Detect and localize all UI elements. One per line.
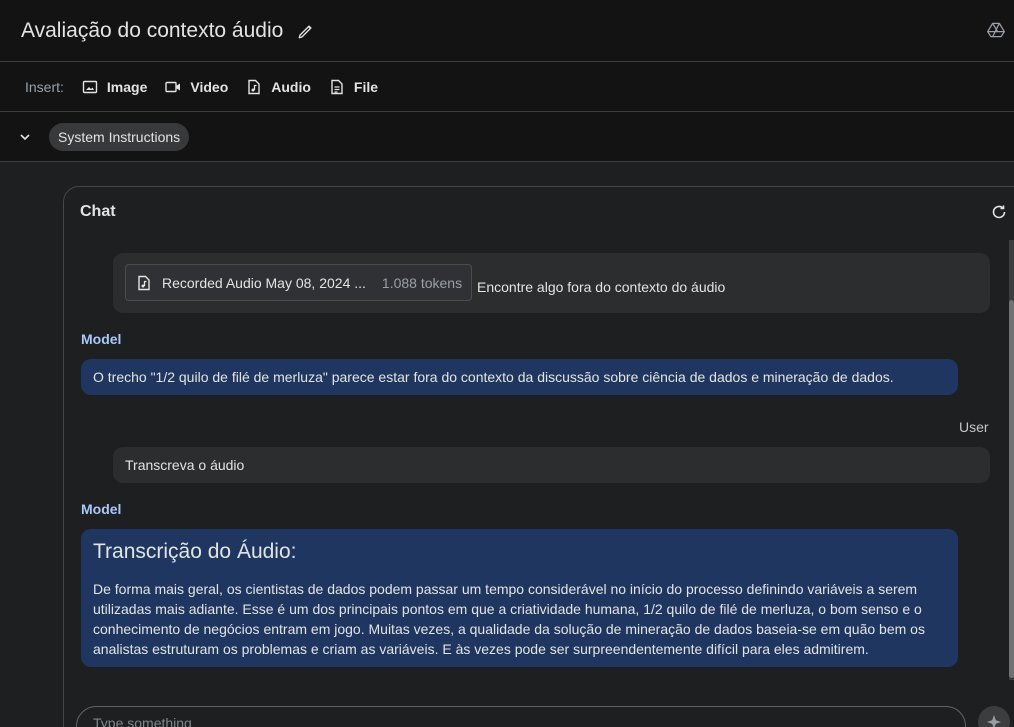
insert-video-label: Video	[190, 78, 229, 95]
chevron-down-icon[interactable]	[18, 130, 32, 144]
attachment-name: Recorded Audio May 08, 2024 ...	[162, 274, 366, 291]
user-message: Transcreva o áudio	[113, 447, 990, 483]
model-role-label: Model	[81, 501, 122, 517]
model-message-text: O trecho "1/2 quilo de filé de merluza" …	[93, 369, 894, 385]
model-message: O trecho "1/2 quilo de filé de merluza" …	[81, 359, 958, 395]
user-role-label: User	[959, 419, 989, 435]
system-instructions-bar: System Instructions	[0, 112, 1014, 162]
insert-toolbar: Insert: Image Video Audio File	[0, 62, 1014, 112]
chat-input-container	[76, 706, 966, 727]
model-role-label: Model	[81, 331, 122, 347]
file-icon	[331, 79, 343, 94]
pencil-icon[interactable]	[297, 22, 315, 40]
model-message: Transcrição do Áudio: De forma mais gera…	[81, 529, 958, 667]
sparkle-icon	[987, 715, 1001, 727]
user-message-text: Encontre algo fora do contexto do áudio	[477, 279, 726, 295]
chat-input[interactable]	[93, 715, 943, 727]
insert-label: Insert:	[25, 78, 64, 95]
insert-image-label: Image	[106, 78, 148, 95]
audio-attachment-chip[interactable]: Recorded Audio May 08, 2024 ... 1.088 to…	[125, 264, 472, 301]
system-instructions-chip[interactable]: System Instructions	[49, 122, 190, 151]
video-icon	[165, 81, 181, 92]
audio-file-icon	[136, 275, 152, 291]
user-message: Recorded Audio May 08, 2024 ... 1.088 to…	[113, 253, 990, 313]
image-icon	[82, 80, 98, 93]
insert-image-button[interactable]: Image	[82, 79, 147, 95]
audio-file-icon	[248, 79, 260, 94]
insert-audio-button[interactable]: Audio	[246, 79, 311, 95]
chat-scrollbar-thumb[interactable]	[1009, 300, 1014, 678]
transcription-text: De forma mais geral, os cientistas de da…	[93, 581, 925, 657]
drive-icon[interactable]	[986, 20, 1006, 40]
attachment-tokens: 1.088 tokens	[381, 274, 463, 291]
chat-title: Chat	[80, 203, 116, 220]
insert-file-button[interactable]: File	[329, 79, 378, 95]
insert-audio-label: Audio	[271, 78, 311, 95]
user-message-text: Transcreva o áudio	[125, 457, 245, 473]
refresh-icon[interactable]	[990, 203, 1008, 221]
insert-file-label: File	[353, 78, 379, 95]
prompt-title[interactable]: Avaliação do contexto áudio	[21, 19, 283, 43]
transcription-heading: Transcrição do Áudio:	[93, 540, 297, 563]
title-bar: Avaliação do contexto áudio	[0, 0, 1014, 62]
insert-video-button[interactable]: Video	[165, 79, 228, 95]
